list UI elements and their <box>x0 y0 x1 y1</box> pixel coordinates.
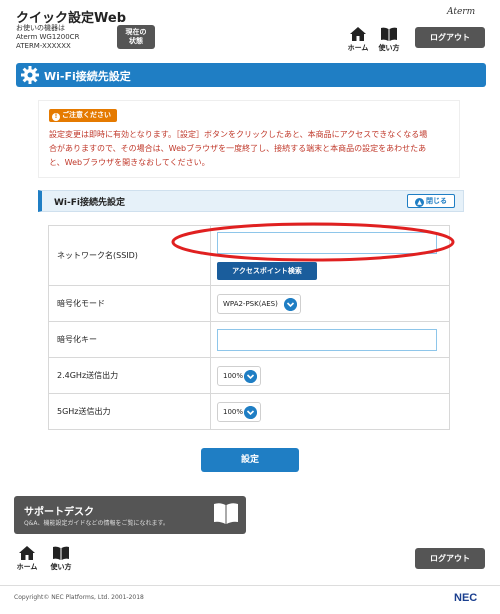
table-row: 暗号化モード WPA2-PSK(AES) <box>48 285 450 322</box>
power-24ghz-value: 100% <box>223 371 244 380</box>
notice-line-3: と、Webブラウザを開きなおしてください。 <box>49 158 210 167</box>
current-status-button[interactable]: 現在の 状態 <box>117 25 155 49</box>
home-label: ホーム <box>347 44 369 52</box>
support-desk-banner[interactable]: サポートデスク Q&A、機能設定ガイドなどの情報をご覧になれます。 <box>14 496 246 534</box>
submit-button[interactable]: 設定 <box>201 448 299 472</box>
footer-usage-button[interactable]: 使い方 <box>46 545 76 575</box>
power-5ghz-select[interactable]: 100% <box>217 401 261 422</box>
section-header: Wi-Fi接続先設定 ▲ 閉じる <box>38 190 464 212</box>
footer-home-label: ホーム <box>16 563 38 571</box>
copyright: Copyright© NEC Platforms, Ltd. 2001-2018 <box>14 594 144 601</box>
home-icon <box>350 27 366 41</box>
book-icon <box>214 503 238 524</box>
logout-button[interactable]: ログアウト <box>415 27 485 48</box>
book-icon <box>53 546 69 560</box>
footer-logout-button[interactable]: ログアウト <box>415 548 485 569</box>
aterm-logo: Aterm <box>447 7 476 17</box>
encryption-key-cell <box>210 321 450 358</box>
power-5ghz-value: 100% <box>223 407 244 416</box>
page-title: Wi-Fi接続先設定 <box>44 70 131 83</box>
encryption-mode-label: 暗号化モード <box>48 285 211 322</box>
footer-home-button[interactable]: ホーム <box>12 545 42 575</box>
power-5ghz-cell: 100% <box>210 393 450 430</box>
device-info: お使いの機器は Aterm WG1200CR ATERM-XXXXXX <box>16 24 79 51</box>
footer-divider <box>0 585 500 586</box>
power-24ghz-cell: 100% <box>210 357 450 394</box>
notice-badge-label: ご注意ください <box>62 111 111 119</box>
notice-line-1: 設定変更は即時に有効となります。［設定］ボタンをクリックしたあと、本商品にアクセ… <box>49 130 428 139</box>
device-line-2: Aterm WG1200CR <box>16 33 80 41</box>
power-5ghz-label: 5GHz送信出力 <box>48 393 211 430</box>
access-point-search-button[interactable]: アクセスポイント検索 <box>217 261 317 280</box>
notice-line-2: 合がありますので、その場合は、Webブラウザを一度終了し、接続する端末と本商品の… <box>49 144 427 153</box>
notice-box: ! ご注意ください 設定変更は即時に有効となります。［設定］ボタンをクリックしたあ… <box>38 100 460 178</box>
chevron-down-icon <box>284 297 297 311</box>
status-label-1: 現在の <box>125 28 147 36</box>
close-label: 閉じる <box>426 197 447 205</box>
status-label-2: 状態 <box>129 37 143 45</box>
support-title: サポートデスク <box>24 507 94 518</box>
chevron-down-icon <box>244 405 257 419</box>
close-section-button[interactable]: ▲ 閉じる <box>407 194 455 208</box>
table-row: 2.4GHz送信出力 100% <box>48 357 450 394</box>
notice-badge: ! ご注意ください <box>49 109 117 122</box>
gear-icon <box>21 66 39 84</box>
header: クイック設定Web お使いの機器は Aterm WG1200CR ATERM-X… <box>0 0 500 60</box>
footer-usage-label: 使い方 <box>50 563 72 571</box>
encryption-key-label: 暗号化キー <box>48 321 211 358</box>
support-subtitle: Q&A、機能設定ガイドなどの情報をご覧になれます。 <box>24 520 169 527</box>
encryption-key-input[interactable] <box>217 328 437 351</box>
usage-button[interactable]: 使い方 <box>374 26 404 56</box>
chevron-up-icon: ▲ <box>415 198 424 207</box>
notice-text: 設定変更は即時に有効となります。［設定］ボタンをクリックしたあと、本商品にアクセ… <box>49 128 454 170</box>
table-row: 5GHz送信出力 100% <box>48 393 450 430</box>
alert-icon: ! <box>52 113 60 121</box>
highlight-ellipse <box>171 222 455 262</box>
encryption-mode-cell: WPA2-PSK(AES) <box>210 285 450 322</box>
section-title: Wi-Fi接続先設定 <box>54 198 125 208</box>
page-title-bar: Wi-Fi接続先設定 <box>16 63 486 87</box>
home-button[interactable]: ホーム <box>343 26 373 56</box>
power-24ghz-label: 2.4GHz送信出力 <box>48 357 211 394</box>
encryption-mode-select[interactable]: WPA2-PSK(AES) <box>217 293 301 314</box>
usage-label: 使い方 <box>378 44 400 52</box>
chevron-down-icon <box>244 369 257 383</box>
table-row: 暗号化キー <box>48 321 450 358</box>
device-line-3: ATERM-XXXXXX <box>16 42 71 50</box>
encryption-mode-value: WPA2-PSK(AES) <box>223 299 278 308</box>
book-icon <box>381 27 397 41</box>
device-line-1: お使いの機器は <box>16 24 65 32</box>
power-24ghz-select[interactable]: 100% <box>217 365 261 386</box>
home-icon <box>19 546 35 560</box>
nec-logo: NEC <box>454 592 478 604</box>
